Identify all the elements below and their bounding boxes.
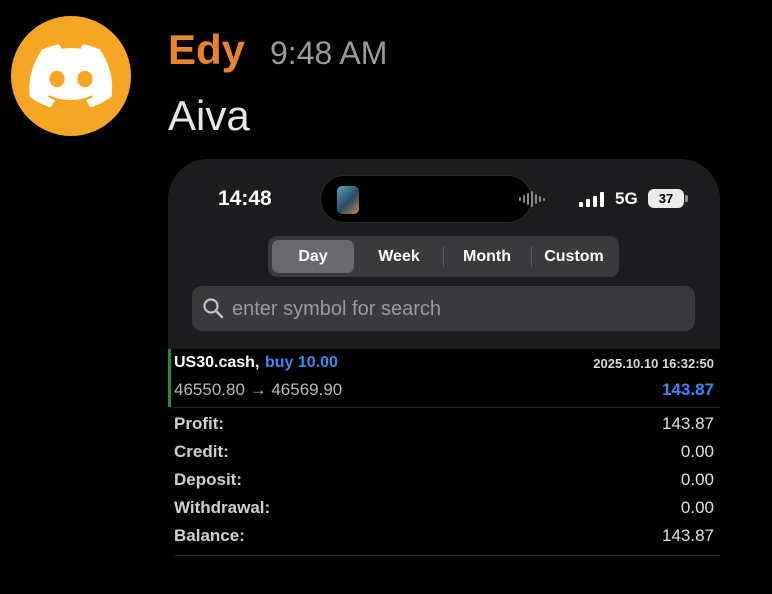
phone-header: 14:48 5G 37 Day Week Month Custom enter … bbox=[168, 159, 720, 349]
summary-value: 0.00 bbox=[680, 498, 714, 517]
avatar[interactable] bbox=[11, 16, 131, 136]
tab-custom[interactable]: Custom bbox=[532, 240, 616, 273]
battery-tip bbox=[685, 195, 688, 202]
divider bbox=[174, 407, 720, 408]
trade-profit: 143.87 bbox=[662, 380, 714, 399]
discord-logo-icon bbox=[29, 44, 113, 108]
summary-row-profit: Profit: 143.87 bbox=[168, 410, 720, 438]
summary-label: Deposit: bbox=[174, 470, 242, 489]
trade-datetime: 2025.10.10 16:32:50 bbox=[593, 356, 714, 371]
tab-week[interactable]: Week bbox=[356, 240, 442, 273]
network-type: 5G bbox=[615, 189, 638, 208]
summary-label: Credit: bbox=[174, 442, 229, 461]
summary-row-credit: Credit: 0.00 bbox=[168, 438, 720, 466]
period-selector: Day Week Month Custom bbox=[268, 236, 619, 277]
summary-row-withdrawal: Withdrawal: 0.00 bbox=[168, 494, 720, 522]
summary-label: Balance: bbox=[174, 526, 245, 545]
search-icon bbox=[203, 298, 224, 319]
message-text: Aiva bbox=[168, 92, 250, 139]
divider bbox=[174, 555, 720, 556]
trade-indicator-bar bbox=[168, 349, 171, 407]
account-summary: Profit: 143.87 Credit: 0.00 Deposit: 0.0… bbox=[168, 410, 720, 550]
trade-side-volume: buy 10.00 bbox=[265, 354, 338, 371]
search-placeholder: enter symbol for search bbox=[232, 298, 441, 320]
dynamic-island bbox=[320, 175, 545, 223]
message-timestamp: 9:48 AM bbox=[270, 35, 388, 71]
status-time: 14:48 bbox=[218, 187, 272, 210]
summary-row-deposit: Deposit: 0.00 bbox=[168, 466, 720, 494]
battery-icon: 37 bbox=[648, 189, 684, 208]
now-playing-artwork-icon bbox=[337, 186, 359, 214]
audio-waveform-icon bbox=[519, 191, 545, 207]
author-name[interactable]: Edy bbox=[168, 26, 245, 74]
trade-symbol: US30.cash, bbox=[174, 354, 260, 371]
signal-icon bbox=[579, 192, 604, 207]
symbol-search-input[interactable]: enter symbol for search bbox=[192, 286, 695, 331]
summary-label: Profit: bbox=[174, 414, 225, 433]
summary-value: 0.00 bbox=[680, 442, 714, 461]
summary-value: 143.87 bbox=[662, 414, 714, 433]
tab-day[interactable]: Day bbox=[272, 240, 354, 273]
attached-screenshot[interactable]: 14:48 5G 37 Day Week Month Custom enter … bbox=[168, 159, 720, 594]
summary-value: 143.87 bbox=[662, 526, 714, 545]
tab-month[interactable]: Month bbox=[444, 240, 530, 273]
summary-value: 0.00 bbox=[680, 470, 714, 489]
summary-row-balance: Balance: 143.87 bbox=[168, 522, 720, 550]
trade-row[interactable]: US30.cash, buy 10.00 2025.10.10 16:32:50… bbox=[168, 349, 720, 407]
trade-prices: 46550.80 → 46569.90 bbox=[174, 380, 343, 399]
summary-label: Withdrawal: bbox=[174, 498, 271, 517]
